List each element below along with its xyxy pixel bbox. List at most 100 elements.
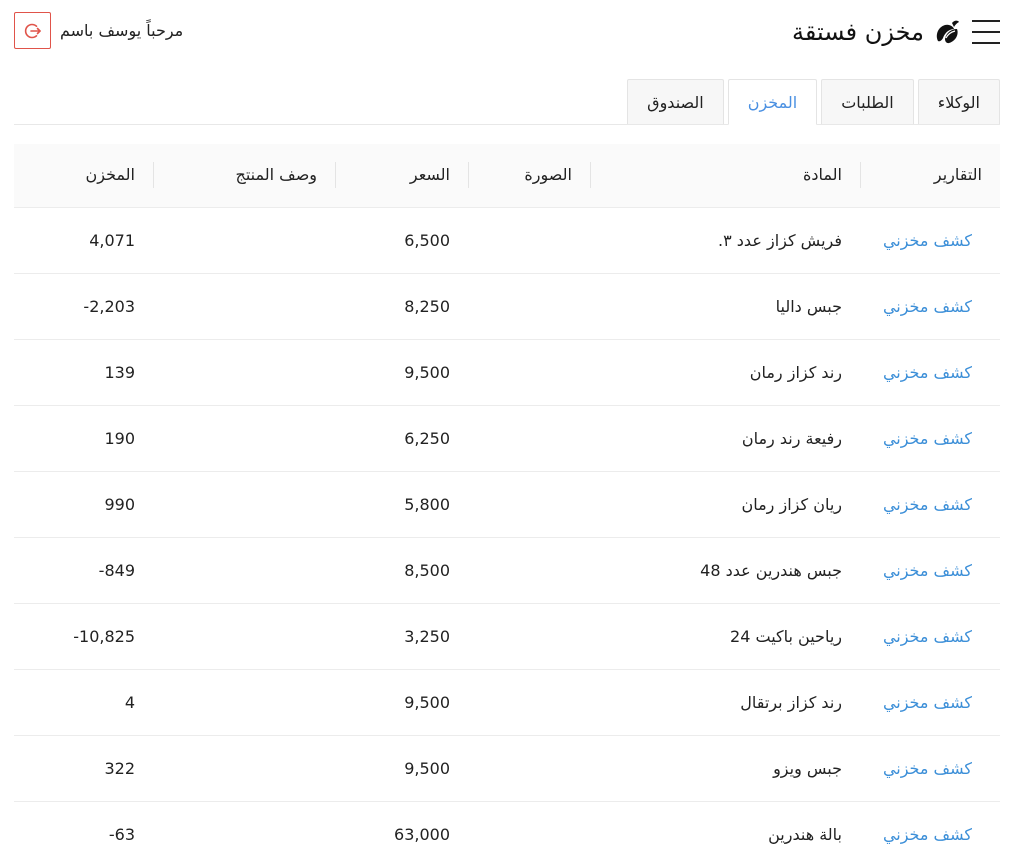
stock-cell: 4,071 bbox=[89, 230, 135, 250]
app-title: مخزن فستقة bbox=[792, 18, 924, 46]
description-cell bbox=[153, 669, 335, 735]
tab-warehouse[interactable]: المخزن bbox=[727, 79, 818, 125]
tab-orders[interactable]: الطلبات bbox=[821, 79, 914, 125]
item-cell: رياحين باكيت 24 bbox=[730, 626, 842, 646]
report-link-cell: كشف مخزني bbox=[860, 801, 1000, 867]
item-cell: رند كزاز رمان bbox=[749, 362, 842, 382]
table-body: كشف مخزني فريش كزاز عدد ٣. 6,500 4,071 ك… bbox=[14, 207, 1000, 867]
item-cell: جبس هندرين عدد 48 bbox=[700, 560, 842, 580]
item-cell: رفيعة رند رمان bbox=[741, 428, 842, 448]
stock-cell: 4 bbox=[124, 692, 135, 712]
description-cell bbox=[153, 801, 335, 867]
logout-icon bbox=[24, 23, 41, 38]
item-cell: فريش كزاز عدد ٣. bbox=[718, 230, 842, 250]
stock-cell: 2,203- bbox=[83, 296, 135, 316]
table-row: كشف مخزني رياحين باكيت 24 3,250 10,825- bbox=[14, 603, 1000, 669]
image-cell bbox=[468, 669, 590, 735]
stock-cell: 10,825- bbox=[73, 626, 135, 646]
tab-agents[interactable]: الوكلاء bbox=[917, 79, 1000, 125]
hamburger-icon[interactable] bbox=[972, 20, 1000, 46]
description-cell bbox=[153, 735, 335, 801]
description-cell bbox=[153, 537, 335, 603]
image-cell bbox=[468, 471, 590, 537]
report-link-cell: كشف مخزني bbox=[860, 537, 1000, 603]
image-cell bbox=[468, 405, 590, 471]
price-cell: 5,800 bbox=[404, 494, 450, 514]
stock-cell: 63- bbox=[108, 824, 135, 844]
item-cell: رند كزاز برتقال bbox=[740, 692, 842, 712]
pistachio-logo-icon bbox=[936, 20, 959, 44]
table-row: كشف مخزني جبس ويزو 9,500 322 bbox=[14, 735, 1000, 801]
image-cell bbox=[468, 735, 590, 801]
table-row: كشف مخزني ريان كزاز رمان 5,800 990 bbox=[14, 471, 1000, 537]
report-link-cell: كشف مخزني bbox=[860, 207, 1000, 273]
stock-cell: 322 bbox=[104, 758, 135, 778]
stock-report-link[interactable]: كشف مخزني bbox=[883, 231, 972, 250]
price-cell: 9,500 bbox=[404, 362, 450, 382]
stock-report-link[interactable]: كشف مخزني bbox=[883, 759, 972, 778]
description-cell bbox=[153, 603, 335, 669]
column-header-description[interactable]: وصف المنتج bbox=[153, 144, 335, 207]
inventory-table: التقارير المادة الصورة السعر وصف المنتج … bbox=[14, 144, 1000, 867]
report-link-cell: كشف مخزني bbox=[860, 405, 1000, 471]
stock-report-link[interactable]: كشف مخزني bbox=[883, 363, 972, 382]
table-row: كشف مخزني جبس داليا 8,250 2,203- bbox=[14, 273, 1000, 339]
image-cell bbox=[468, 339, 590, 405]
price-cell: 6,250 bbox=[404, 428, 450, 448]
tab-cashbox[interactable]: الصندوق bbox=[627, 79, 724, 125]
table-row: كشف مخزني بالة هندرين 63,000 63- bbox=[14, 801, 1000, 867]
table-row: كشف مخزني رند كزاز برتقال 9,500 4 bbox=[14, 669, 1000, 735]
description-cell bbox=[153, 471, 335, 537]
item-cell: جبس ويزو bbox=[773, 758, 842, 778]
column-header-image[interactable]: الصورة bbox=[468, 144, 590, 207]
image-cell bbox=[468, 537, 590, 603]
description-cell bbox=[153, 273, 335, 339]
report-link-cell: كشف مخزني bbox=[860, 471, 1000, 537]
stock-report-link[interactable]: كشف مخزني bbox=[883, 561, 972, 580]
user-greeting: مرحباً يوسف باسم bbox=[60, 21, 184, 40]
stock-report-link[interactable]: كشف مخزني bbox=[883, 693, 972, 712]
column-header-reports[interactable]: التقارير bbox=[860, 144, 1000, 207]
stock-report-link[interactable]: كشف مخزني bbox=[883, 627, 972, 646]
table-row: كشف مخزني فريش كزاز عدد ٣. 6,500 4,071 bbox=[14, 207, 1000, 273]
price-cell: 8,500 bbox=[404, 560, 450, 580]
stock-cell: 990 bbox=[104, 494, 135, 514]
stock-report-link[interactable]: كشف مخزني bbox=[883, 297, 972, 316]
image-cell bbox=[468, 801, 590, 867]
description-cell bbox=[153, 339, 335, 405]
column-header-item[interactable]: المادة bbox=[590, 144, 860, 207]
image-cell bbox=[468, 603, 590, 669]
price-cell: 8,250 bbox=[404, 296, 450, 316]
main-tabs: الوكلاء الطلبات المخزن الصندوق bbox=[627, 79, 1000, 125]
item-cell: بالة هندرين bbox=[768, 824, 842, 844]
price-cell: 6,500 bbox=[404, 230, 450, 250]
description-cell bbox=[153, 405, 335, 471]
stock-report-link[interactable]: كشف مخزني bbox=[883, 825, 972, 844]
report-link-cell: كشف مخزني bbox=[860, 339, 1000, 405]
table-header-row: التقارير المادة الصورة السعر وصف المنتج … bbox=[14, 144, 1000, 207]
report-link-cell: كشف مخزني bbox=[860, 273, 1000, 339]
table-row: كشف مخزني رفيعة رند رمان 6,250 190 bbox=[14, 405, 1000, 471]
item-cell: جبس داليا bbox=[775, 296, 842, 316]
stock-report-link[interactable]: كشف مخزني bbox=[883, 495, 972, 514]
stock-report-link[interactable]: كشف مخزني bbox=[883, 429, 972, 448]
stock-cell: 139 bbox=[104, 362, 135, 382]
app-header: مخزن فستقة مرحباً يوسف باسم bbox=[0, 0, 1024, 64]
stock-cell: 849- bbox=[98, 560, 135, 580]
image-cell bbox=[468, 207, 590, 273]
tabs-divider bbox=[14, 124, 1000, 125]
price-cell: 3,250 bbox=[404, 626, 450, 646]
price-cell: 9,500 bbox=[404, 758, 450, 778]
brand[interactable]: مخزن فستقة bbox=[792, 14, 962, 50]
report-link-cell: كشف مخزني bbox=[860, 735, 1000, 801]
stock-cell: 190 bbox=[104, 428, 135, 448]
image-cell bbox=[468, 273, 590, 339]
table-row: كشف مخزني جبس هندرين عدد 48 8,500 849- bbox=[14, 537, 1000, 603]
description-cell bbox=[153, 207, 335, 273]
table-row: كشف مخزني رند كزاز رمان 9,500 139 bbox=[14, 339, 1000, 405]
report-link-cell: كشف مخزني bbox=[860, 603, 1000, 669]
price-cell: 9,500 bbox=[404, 692, 450, 712]
column-header-price[interactable]: السعر bbox=[335, 144, 468, 207]
column-header-stock[interactable]: المخزن bbox=[14, 144, 153, 207]
logout-button[interactable] bbox=[14, 12, 51, 49]
